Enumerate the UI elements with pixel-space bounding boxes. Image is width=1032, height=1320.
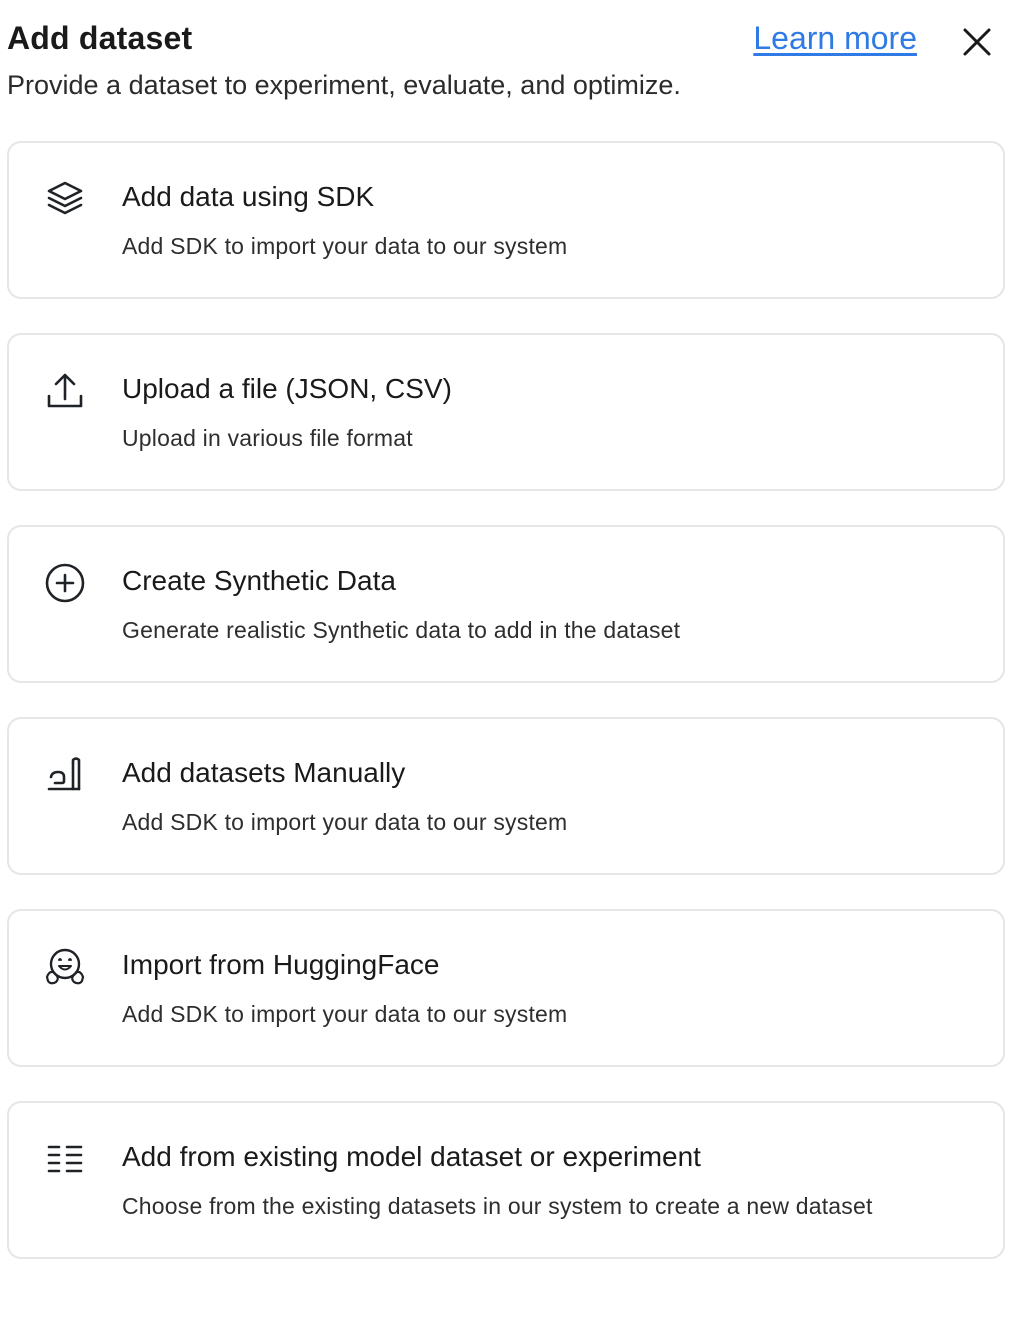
option-title: Import from HuggingFace: [122, 949, 440, 980]
dialog-header: Add dataset Learn more: [7, 18, 1007, 68]
option-title: Create Synthetic Data: [122, 565, 396, 596]
option-existing-dataset[interactable]: Add from existing model dataset or exper…: [7, 1101, 1005, 1259]
layers-icon: [43, 177, 87, 221]
close-button[interactable]: [959, 24, 995, 60]
huggingface-icon: [43, 945, 87, 989]
option-title: Add from existing model dataset or exper…: [122, 1141, 701, 1172]
option-description: Generate realistic Synthetic data to add…: [122, 617, 681, 643]
option-title: Upload a file (JSON, CSV): [122, 373, 452, 404]
learn-more-link[interactable]: Learn more: [753, 20, 917, 57]
option-description: Choose from the existing datasets in our…: [122, 1193, 873, 1219]
option-add-sdk[interactable]: Add data using SDK Add SDK to import you…: [7, 141, 1005, 299]
option-description: Upload in various file format: [122, 425, 413, 451]
close-icon: [963, 28, 991, 56]
list-icon: [43, 1137, 87, 1181]
hand-pen-icon: [43, 753, 87, 797]
option-huggingface[interactable]: Import from HuggingFace Add SDK to impor…: [7, 909, 1005, 1067]
option-list: Add data using SDK Add SDK to import you…: [7, 141, 1005, 1293]
option-description: Add SDK to import your data to our syste…: [122, 1001, 568, 1027]
option-upload-file[interactable]: Upload a file (JSON, CSV) Upload in vari…: [7, 333, 1005, 491]
option-description: Add SDK to import your data to our syste…: [122, 809, 568, 835]
page-title: Add dataset: [7, 20, 193, 56]
upload-icon: [43, 369, 87, 413]
option-description: Add SDK to import your data to our syste…: [122, 233, 568, 259]
option-synthetic-data[interactable]: Create Synthetic Data Generate realistic…: [7, 525, 1005, 683]
plus-circle-icon: [43, 561, 87, 605]
option-title: Add datasets Manually: [122, 757, 406, 788]
dialog-subtitle: Provide a dataset to experiment, evaluat…: [7, 70, 681, 100]
option-title: Add data using SDK: [122, 181, 375, 212]
option-add-manually[interactable]: Add datasets Manually Add SDK to import …: [7, 717, 1005, 875]
